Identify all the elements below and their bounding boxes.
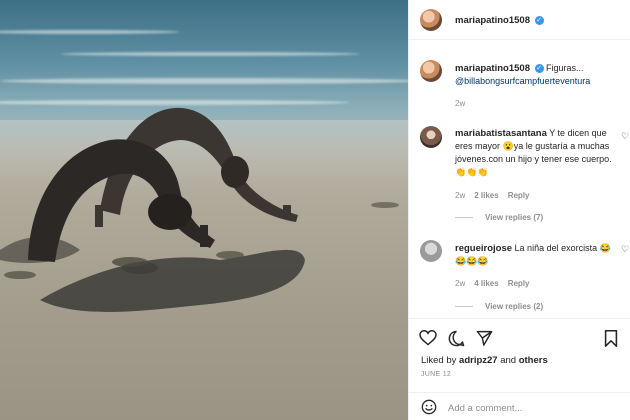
reply-button[interactable]: Reply: [508, 191, 530, 200]
add-comment-input[interactable]: Add a comment...: [448, 403, 522, 414]
caption-avatar[interactable]: [420, 60, 442, 82]
author-name-row: mariapatino1508 ✓: [455, 15, 544, 26]
view-replies-label: View replies (7): [485, 213, 544, 222]
post-date: JUNE 12: [421, 371, 452, 378]
liked-by-user[interactable]: adripz27: [459, 355, 498, 366]
comment-age: 2w: [455, 279, 466, 288]
comment-avatar[interactable]: [420, 126, 442, 148]
comment-meta: 2w 4 likes Reply: [455, 279, 530, 288]
post-photo[interactable]: [0, 0, 408, 420]
comment-age: 2w: [455, 191, 466, 200]
bookmark-icon[interactable]: [604, 330, 618, 347]
likes-and: and: [500, 355, 517, 366]
smiley-icon[interactable]: [421, 399, 437, 415]
reply-button[interactable]: Reply: [508, 279, 530, 288]
heart-icon[interactable]: [419, 330, 437, 346]
author-username[interactable]: mariapatino1508: [455, 15, 530, 26]
comment-like-heart-icon[interactable]: ♡: [621, 131, 629, 142]
share-icon[interactable]: [476, 330, 493, 346]
caption-age: 2w: [455, 99, 466, 108]
caption-text: Figuras...: [546, 63, 584, 73]
comment-like-heart-icon[interactable]: ♡: [621, 244, 629, 255]
add-comment-bar: Add a comment...: [409, 392, 630, 420]
caption-mention-link[interactable]: @billabongsurfcampfuerteventura: [455, 76, 590, 86]
view-replies-button[interactable]: View replies (2): [455, 302, 543, 311]
comment-likes[interactable]: 2 likes: [474, 191, 498, 200]
post-header: mariapatino1508 ✓: [409, 0, 630, 40]
likes-others-link[interactable]: others: [519, 355, 548, 366]
likes-summary: Liked by adripz27 and others: [421, 355, 548, 366]
verified-icon: ✓: [534, 16, 544, 26]
comment-likes[interactable]: 4 likes: [474, 279, 498, 288]
verified-icon: ✓: [534, 64, 544, 74]
comment-icon[interactable]: [448, 330, 465, 347]
author-avatar[interactable]: [420, 9, 442, 31]
comment-item: mariabatistasantana Y te dicen que eres …: [455, 127, 613, 179]
view-replies-button[interactable]: View replies (7): [455, 213, 543, 222]
caption-username[interactable]: mariapatino1508: [455, 63, 530, 74]
comment-avatar[interactable]: [420, 240, 442, 262]
likes-prefix: Liked by: [421, 355, 457, 366]
post-caption: mariapatino1508 ✓ Figuras... @billabongs…: [455, 62, 625, 88]
replies-divider: [455, 217, 473, 218]
replies-divider: [455, 306, 473, 307]
comment-username[interactable]: mariabatistasantana: [455, 128, 547, 139]
post-side-panel: mariapatino1508 ✓ mariapatino1508 ✓ Figu…: [408, 0, 630, 420]
view-replies-label: View replies (2): [485, 302, 544, 311]
comment-meta: 2w 2 likes Reply: [455, 191, 530, 200]
comment-item: regueirojose La niña del exorcista 😂😂😂😂: [455, 242, 613, 268]
comment-username[interactable]: regueirojose: [455, 243, 512, 254]
photo-figures: [0, 107, 399, 312]
